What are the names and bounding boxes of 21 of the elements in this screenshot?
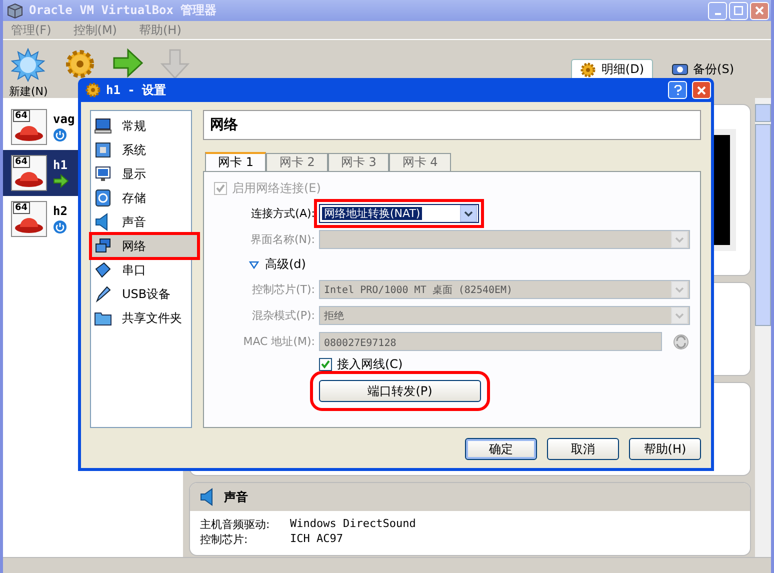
- vm-name: vag: [53, 112, 75, 126]
- detail-label: 控制芯片:: [200, 532, 249, 547]
- dialog-title: h1 - 设置: [106, 82, 166, 98]
- arch-badge: 64: [13, 156, 30, 168]
- checkbox-label: 接入网线(C): [337, 356, 403, 373]
- detail-value: Windows DirectSound: [290, 517, 416, 532]
- window-title: Oracle VM VirtualBox 管理器: [29, 2, 218, 19]
- arch-badge: 64: [13, 202, 30, 214]
- field-label: 连接方式(A):: [250, 206, 316, 221]
- field-label: MAC 地址(M):: [242, 334, 316, 349]
- detail-value: ICH AC97: [290, 532, 343, 547]
- vm-name: h2: [53, 204, 68, 218]
- arch-badge: 64: [13, 110, 30, 122]
- detail-label: 主机音频驱动:: [200, 517, 271, 532]
- field-label: 控制芯片(T):: [250, 282, 316, 297]
- vm-name: h1: [53, 158, 68, 172]
- field-label: 混杂模式(P):: [251, 308, 316, 323]
- field-label: 界面名称(N):: [249, 232, 316, 247]
- section-title: 声音: [224, 488, 248, 506]
- checkbox-label: 启用网络连接(E): [232, 180, 321, 197]
- page-title: 网络: [203, 110, 701, 140]
